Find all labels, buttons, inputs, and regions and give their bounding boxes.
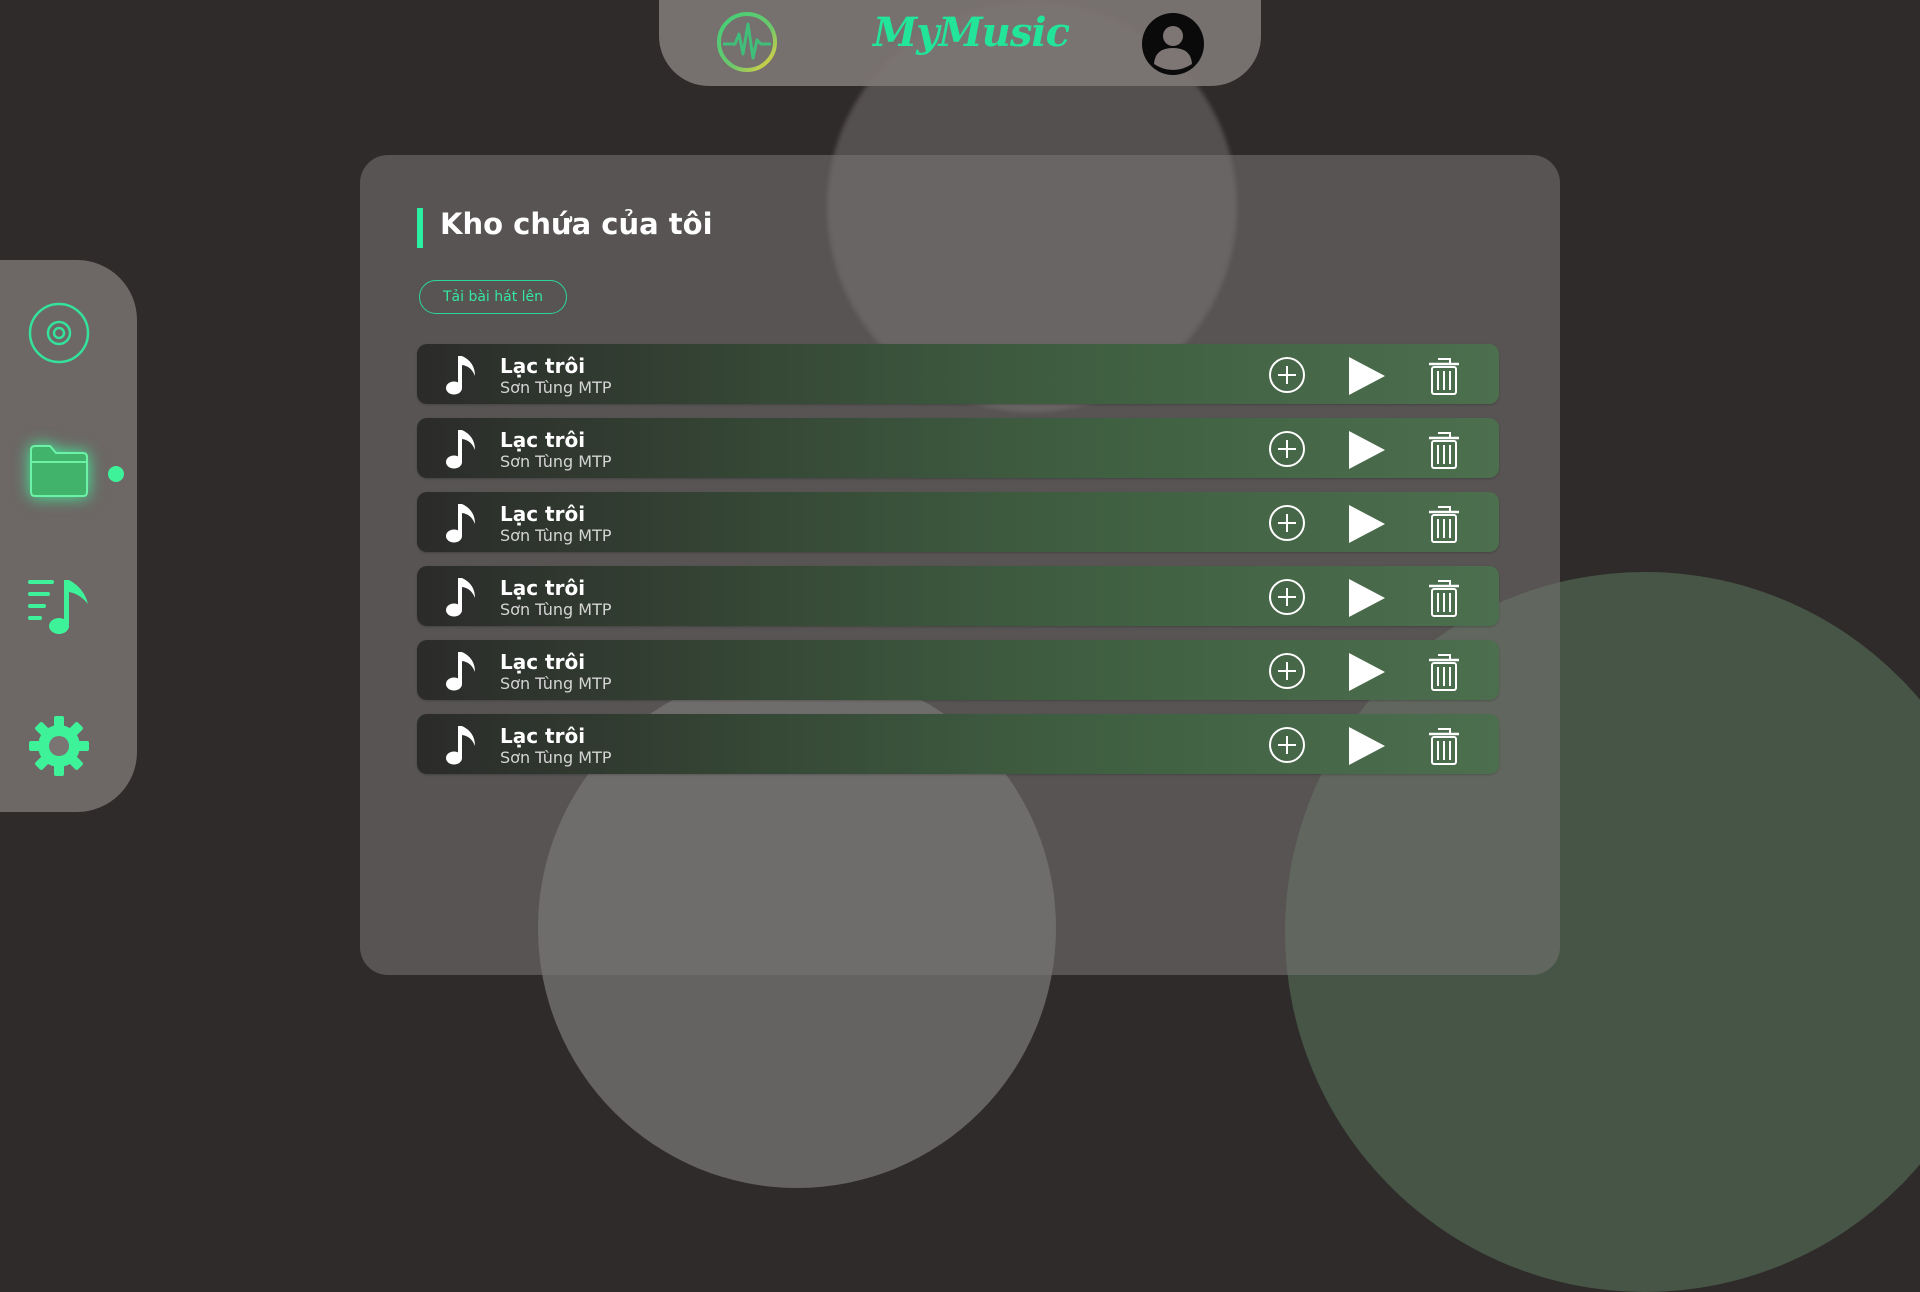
trash-icon[interactable] bbox=[1428, 652, 1460, 692]
song-row[interactable]: Lạc trôi Sơn Tùng MTP bbox=[417, 418, 1499, 478]
play-icon[interactable] bbox=[1346, 726, 1386, 766]
song-artist: Sơn Tùng MTP bbox=[500, 600, 612, 619]
music-note-icon bbox=[446, 726, 475, 765]
song-title: Lạc trôi bbox=[500, 428, 586, 452]
song-artist: Sơn Tùng MTP bbox=[500, 378, 612, 397]
trash-icon[interactable] bbox=[1428, 726, 1460, 766]
add-to-playlist-icon[interactable] bbox=[1268, 430, 1306, 468]
song-artist: Sơn Tùng MTP bbox=[500, 452, 612, 471]
music-note-icon bbox=[446, 578, 475, 617]
play-icon[interactable] bbox=[1346, 578, 1386, 618]
trash-icon[interactable] bbox=[1428, 578, 1460, 618]
title-accent-bar bbox=[417, 208, 423, 248]
play-icon[interactable] bbox=[1346, 356, 1386, 396]
page-title: Kho chứa của tôi bbox=[440, 207, 713, 241]
song-title: Lạc trôi bbox=[500, 354, 586, 378]
song-artist: Sơn Tùng MTP bbox=[500, 674, 612, 693]
user-avatar-icon[interactable] bbox=[1141, 12, 1205, 76]
sidebar bbox=[0, 260, 137, 812]
pulse-logo-icon[interactable] bbox=[715, 10, 779, 74]
music-note-icon bbox=[446, 504, 475, 543]
upload-song-button[interactable]: Tải bài hát lên bbox=[419, 280, 567, 314]
play-icon[interactable] bbox=[1346, 430, 1386, 470]
trash-icon[interactable] bbox=[1428, 356, 1460, 396]
music-note-icon bbox=[446, 356, 475, 395]
gear-icon[interactable] bbox=[28, 715, 90, 777]
add-to-playlist-icon[interactable] bbox=[1268, 578, 1306, 616]
song-title: Lạc trôi bbox=[500, 576, 586, 600]
song-row[interactable]: Lạc trôi Sơn Tùng MTP bbox=[417, 640, 1499, 700]
add-to-playlist-icon[interactable] bbox=[1268, 652, 1306, 690]
library-panel: Kho chứa của tôi Tải bài hát lên Lạc trô… bbox=[360, 155, 1560, 975]
song-list: Lạc trôi Sơn Tùng MTP Lạc trôi Sơn Tùng … bbox=[417, 344, 1499, 788]
play-icon[interactable] bbox=[1346, 652, 1386, 692]
song-artist: Sơn Tùng MTP bbox=[500, 526, 612, 545]
song-title: Lạc trôi bbox=[500, 724, 586, 748]
top-header: MyMusic bbox=[659, 0, 1261, 86]
song-artist: Sơn Tùng MTP bbox=[500, 748, 612, 767]
folder-icon[interactable] bbox=[28, 440, 90, 502]
trash-icon[interactable] bbox=[1428, 504, 1460, 544]
song-row[interactable]: Lạc trôi Sơn Tùng MTP bbox=[417, 492, 1499, 552]
song-row[interactable]: Lạc trôi Sơn Tùng MTP bbox=[417, 566, 1499, 626]
add-to-playlist-icon[interactable] bbox=[1268, 726, 1306, 764]
disc-icon[interactable] bbox=[28, 302, 90, 364]
music-note-icon bbox=[446, 430, 475, 469]
song-title: Lạc trôi bbox=[500, 650, 586, 674]
music-note-icon bbox=[446, 652, 475, 691]
song-row[interactable]: Lạc trôi Sơn Tùng MTP bbox=[417, 344, 1499, 404]
song-title: Lạc trôi bbox=[500, 502, 586, 526]
active-indicator-dot bbox=[108, 466, 124, 482]
add-to-playlist-icon[interactable] bbox=[1268, 356, 1306, 394]
brand-logo-text[interactable]: MyMusic bbox=[873, 9, 1070, 56]
trash-icon[interactable] bbox=[1428, 430, 1460, 470]
play-icon[interactable] bbox=[1346, 504, 1386, 544]
add-to-playlist-icon[interactable] bbox=[1268, 504, 1306, 542]
playlist-icon[interactable] bbox=[28, 576, 90, 638]
song-row[interactable]: Lạc trôi Sơn Tùng MTP bbox=[417, 714, 1499, 774]
